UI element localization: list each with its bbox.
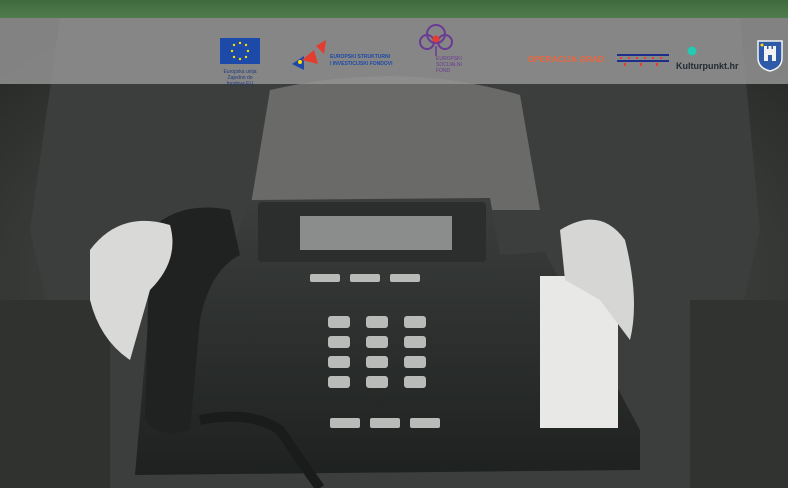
top-accent-bar	[0, 0, 788, 18]
esif-line2: I INVESTICIJSKI FONDOVI	[330, 61, 393, 67]
esf-flower-icon	[419, 24, 453, 56]
coat-of-arms-icon	[757, 40, 783, 72]
esif-line1: EUROPSKI STRUKTURNI	[330, 54, 391, 60]
eu-logo: Europska unija Zajedno do fondova EU	[220, 38, 260, 87]
hero-photo	[0, 18, 788, 488]
kulturpunkt-logo: Kulturpunkt.hr	[676, 43, 750, 71]
eu-subcaption: Zajedno do fondova EU	[226, 75, 254, 87]
dotted-pattern-icon	[617, 54, 669, 66]
page: Europska unija Zajedno do fondova EU EUR…	[0, 0, 788, 488]
operacija-grad-logo: OPERACIJA GRAD	[528, 55, 605, 64]
esif-logo: EUROPSKI STRUKTURNI I INVESTICIJSKI FOND…	[292, 40, 402, 80]
zagreb-coat-of-arms	[757, 40, 783, 72]
sponsor-logo-strip: Europska unija Zajedno do fondova EU EUR…	[0, 18, 788, 87]
esf-logo: EUROPSKI SOCIJALNI FOND	[418, 22, 472, 84]
esif-mark-icon	[292, 40, 326, 70]
dotted-logo	[617, 52, 669, 68]
eu-flag-icon	[220, 38, 260, 64]
esf-line3: FOND	[436, 68, 451, 74]
kulturpunkt-dot-icon	[687, 46, 697, 56]
kulturpunkt-text: Kulturpunkt.hr	[676, 61, 739, 71]
